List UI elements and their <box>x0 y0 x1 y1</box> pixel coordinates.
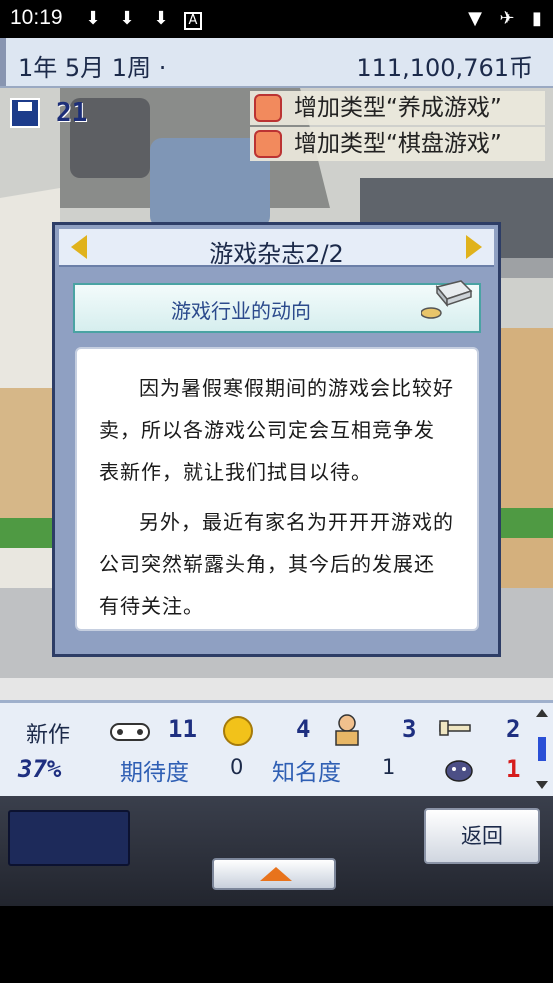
status-time: 10:19 <box>10 6 63 29</box>
game-date: 1年 5月 1周 · <box>18 54 167 82</box>
smiley-face-icon <box>254 130 282 158</box>
gamepad-icon <box>110 723 150 741</box>
save-icon[interactable] <box>10 98 40 128</box>
download-icon: ⬇ <box>119 8 135 29</box>
monster-icon <box>445 760 473 782</box>
money-display: 111,100,761币 <box>356 54 533 82</box>
save-count: 21 <box>56 98 88 128</box>
expectation-value: 0 <box>230 755 244 779</box>
expand-menu-button[interactable] <box>212 858 336 890</box>
game-console-icon <box>421 280 473 319</box>
notification-text: 增加类型“养成游戏” <box>294 95 502 121</box>
expectation-label: 期待度 <box>120 760 189 786</box>
games-count: 11 <box>168 715 197 743</box>
key-icon <box>439 720 471 736</box>
notification-item: 增加类型“养成游戏” <box>250 91 545 125</box>
staff-icon <box>335 714 359 746</box>
section-header: 游戏行业的动向 <box>73 280 481 333</box>
staff-count: 3 <box>402 715 417 743</box>
scroll-thumb[interactable] <box>538 737 546 761</box>
battery-icon: ▮ <box>532 8 542 29</box>
keys-count: 2 <box>506 715 521 743</box>
wifi-icon: ▼ <box>468 8 482 29</box>
notification-item: 增加类型“棋盘游戏” <box>250 127 545 161</box>
menu-panel-button[interactable] <box>8 810 130 866</box>
fame-value: 1 <box>382 755 396 779</box>
notification-text: 增加类型“棋盘游戏” <box>294 131 502 157</box>
magazine-dialog: 游戏杂志2/2 游戏行业的动向 因为暑假寒假期间的游戏会比较好卖，所以各游戏公司… <box>52 222 501 657</box>
smiley-face-icon <box>254 94 282 122</box>
monster-count: 1 <box>506 755 521 783</box>
new-game-progress: 37% <box>18 755 62 783</box>
font-icon: A <box>184 12 202 30</box>
stats-panel: 新作 11 4 3 2 37% 期待度 0 知名度 1 1 <box>0 700 553 796</box>
dialog-header: 游戏杂志2/2 <box>59 229 494 268</box>
new-games-label: 新作 <box>26 723 71 748</box>
dialog-title: 游戏杂志2/2 <box>209 240 344 268</box>
download-icon: ⬇ <box>153 8 169 29</box>
next-page-arrow-icon[interactable] <box>466 235 482 259</box>
download-icon: ⬇ <box>85 8 101 29</box>
article-paragraph: 另外，最近有家名为开开开游戏的公司突然崭露头角，其今后的发展还有待关注。 <box>99 510 454 618</box>
airplane-icon: ✈ <box>499 8 515 29</box>
scroll-up-icon[interactable] <box>536 709 548 717</box>
coins-count: 4 <box>296 715 311 743</box>
status-bar: 10:19 ⬇ ⬇ ⬇ A ▼ ✈ ▮ <box>0 0 553 38</box>
coin-icon <box>223 716 253 746</box>
section-title: 游戏行业的动向 <box>171 299 311 323</box>
up-arrow-icon <box>260 867 292 881</box>
top-info-bar: 1年 5月 1周 · 111,100,761币 <box>0 38 553 88</box>
article-body: 因为暑假寒假期间的游戏会比较好卖，所以各游戏公司定会互相竞争发表新作，就让我们拭… <box>75 347 479 631</box>
stats-scrollbar[interactable] <box>536 709 548 789</box>
empty-area <box>0 906 553 983</box>
back-button[interactable]: 返回 <box>424 808 540 864</box>
fame-label: 知名度 <box>272 760 341 786</box>
bottom-controls: 返回 <box>0 796 553 906</box>
article-paragraph: 因为暑假寒假期间的游戏会比较好卖，所以各游戏公司定会互相竞争发表新作，就让我们拭… <box>99 376 454 484</box>
scroll-down-icon[interactable] <box>536 781 548 789</box>
